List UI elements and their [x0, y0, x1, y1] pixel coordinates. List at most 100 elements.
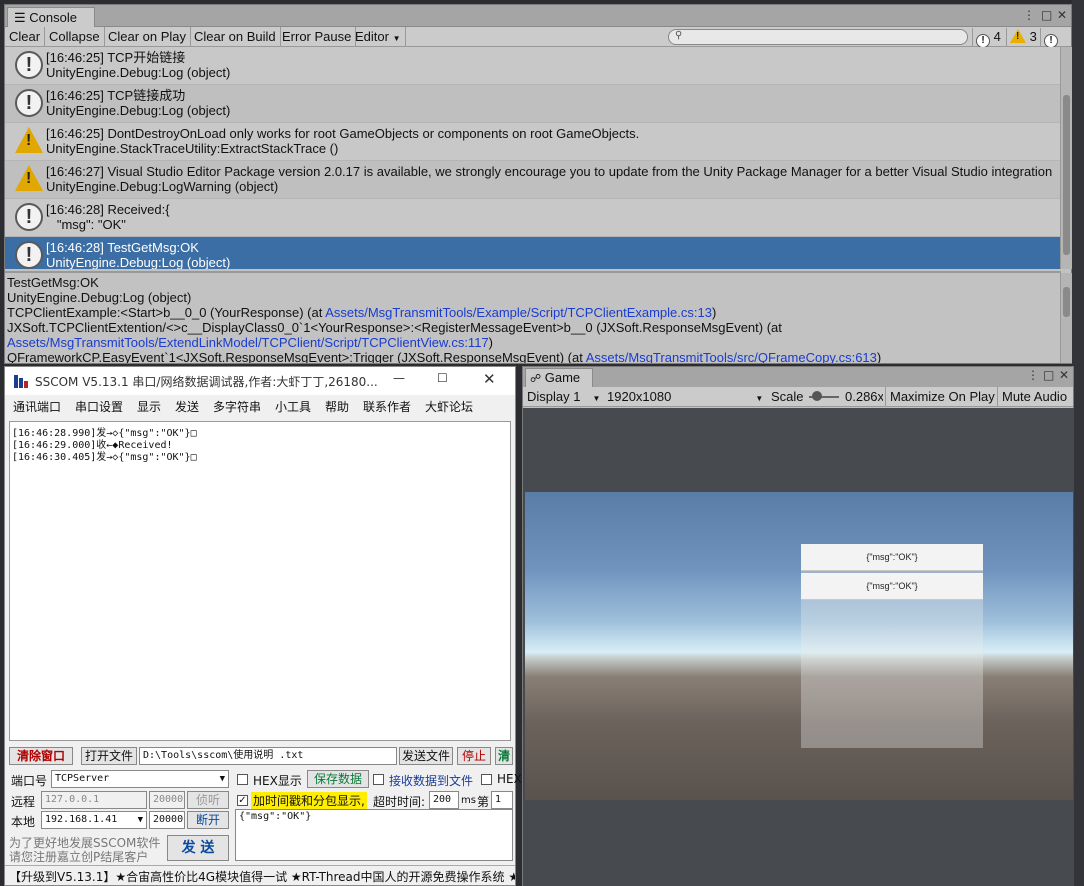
remote-port-input[interactable]: 20000 — [149, 791, 185, 809]
timeout-unit: ms — [461, 795, 476, 806]
timestamp-checkbox[interactable]: ✓ — [237, 795, 248, 806]
disconnect-button[interactable]: 断开 — [187, 811, 229, 829]
ui-button-ok-1[interactable]: {"msg":"OK"} — [801, 544, 983, 571]
send-textarea[interactable]: {"msg":"OK"} — [235, 809, 513, 861]
game-tab[interactable]: ☍ Game — [525, 368, 593, 387]
detail-text: TCPClientExample:<Start>b__0_0 (YourResp… — [7, 305, 326, 320]
source-link[interactable]: Assets/MsgTransmitTools/ExtendLinkModel/… — [7, 335, 489, 350]
scrollbar-thumb[interactable] — [1063, 95, 1070, 255]
timeout-input[interactable]: 200 — [429, 791, 459, 809]
port-value: TCPServer — [55, 773, 110, 784]
timestamp-label: 加时间戳和分包显示, — [251, 792, 367, 809]
menu-display[interactable]: 显示 — [137, 398, 161, 415]
log-row[interactable]: [16:46:25] DontDestroyOnLoad only works … — [5, 123, 1061, 161]
error-pause-button[interactable]: Error Pause — [278, 27, 357, 47]
warn-count-toggle[interactable]: 3 — [1006, 28, 1040, 46]
nth-input[interactable]: 1 — [491, 791, 513, 809]
console-tab[interactable]: ☰ Console — [7, 7, 95, 27]
game-scene-skybox: {"msg":"OK"} {"msg":"OK"} — [525, 492, 1073, 800]
menu-help[interactable]: 帮助 — [325, 398, 349, 415]
clear-on-play-button[interactable]: Clear on Play — [104, 27, 192, 47]
log-message: [16:46:25] TCP链接成功 — [46, 88, 186, 103]
local-port-input[interactable]: 20000 — [149, 811, 185, 829]
gamepad-icon: ☍ — [530, 373, 542, 385]
stop-button[interactable]: 停止 — [457, 747, 491, 765]
menu-comm-port[interactable]: 通讯端口 — [13, 398, 61, 415]
menu-multi-string[interactable]: 多字符串 — [213, 398, 261, 415]
log-row[interactable]: [16:46:27] Visual Studio Editor Package … — [5, 161, 1061, 199]
send-button[interactable]: 发 送 — [167, 835, 229, 861]
scrollbar-thumb[interactable] — [1063, 287, 1070, 317]
menu-serial-settings[interactable]: 串口设置 — [75, 398, 123, 415]
maximize-icon[interactable]: □ — [1041, 8, 1052, 22]
log-row[interactable]: ! [16:46:28] Received:{ "msg": "OK" — [5, 199, 1061, 237]
kebab-menu-icon[interactable]: ⋮ — [1027, 368, 1039, 382]
sscom-menubar: 通讯端口 串口设置 显示 发送 多字符串 小工具 帮助 联系作者 大虾论坛 — [5, 395, 515, 417]
hex-send-checkbox[interactable] — [481, 774, 492, 785]
sscom-app-icon — [14, 375, 28, 388]
display-dropdown[interactable]: Display 1 ▼ — [527, 389, 600, 404]
recv-to-file-checkbox[interactable] — [373, 774, 384, 785]
warning-icon — [1010, 29, 1026, 43]
scale-slider-thumb[interactable] — [812, 391, 822, 401]
log-list-scrollbar[interactable] — [1060, 47, 1072, 269]
maximize-icon[interactable]: □ — [1043, 368, 1054, 382]
log-row[interactable]: ! [16:46:25] TCP链接成功 UnityEngine.Debug:L… — [5, 85, 1061, 123]
log-row-selected[interactable]: ! [16:46:28] TestGetMsg:OK UnityEngine.D… — [5, 237, 1061, 269]
detail-line: JXSoft.TCPClientExtention/<>c__DisplayCl… — [7, 320, 782, 335]
info-count-toggle[interactable]: ! 4 — [972, 28, 1004, 48]
menu-send[interactable]: 发送 — [175, 398, 199, 415]
hex-display-checkbox[interactable] — [237, 774, 248, 785]
warning-icon — [15, 165, 43, 191]
receive-textarea[interactable]: [16:46:28.990]发→◇{"msg":"OK"}□ [16:46:29… — [9, 421, 511, 741]
mute-audio-button[interactable]: Mute Audio — [997, 387, 1071, 407]
remote-ip-input[interactable]: 127.0.0.1 — [41, 791, 147, 809]
info-icon: ! — [15, 241, 43, 269]
clear-send-button[interactable]: 清 — [495, 747, 513, 765]
info-icon: ! — [15, 89, 43, 117]
minimize-icon[interactable]: — — [393, 371, 405, 385]
maximize-on-play-button[interactable]: Maximize On Play — [885, 387, 999, 407]
close-icon[interactable]: ✕ — [483, 370, 496, 388]
send-file-button[interactable]: 发送文件 — [399, 747, 453, 765]
game-viewport[interactable]: {"msg":"OK"} {"msg":"OK"} — [523, 408, 1074, 886]
port-select[interactable]: TCPServer ▼ — [51, 770, 229, 788]
open-file-button[interactable]: 打开文件 — [81, 747, 137, 765]
source-link[interactable]: Assets/MsgTransmitTools/Example/Script/T… — [325, 305, 712, 320]
clear-button[interactable]: Clear — [5, 27, 46, 47]
source-link[interactable]: Assets/MsgTransmitTools/src/QFrameCopy.c… — [586, 350, 877, 363]
console-search-input[interactable]: ⚲ — [668, 29, 968, 45]
maximize-icon[interactable]: ☐ — [437, 371, 448, 385]
ui-button-ok-2[interactable]: {"msg":"OK"} — [801, 573, 983, 600]
console-tab-label: Console — [29, 10, 77, 25]
kebab-menu-icon[interactable]: ⋮ — [1023, 8, 1035, 22]
local-ip-select[interactable]: 192.168.1.41 ▼ — [41, 811, 147, 829]
editor-dropdown[interactable]: Editor ▼ — [351, 27, 406, 47]
close-icon[interactable]: ✕ — [1057, 8, 1067, 22]
collapse-button[interactable]: Collapse — [45, 27, 105, 47]
menu-forum[interactable]: 大虾论坛 — [425, 398, 473, 415]
log-row[interactable]: ! [16:46:25] TCP开始链接 UnityEngine.Debug:L… — [5, 47, 1061, 85]
menu-contact[interactable]: 联系作者 — [363, 398, 411, 415]
display-value: Display 1 — [527, 389, 581, 404]
log-list: ! [16:46:25] TCP开始链接 UnityEngine.Debug:L… — [5, 47, 1061, 269]
chevron-down-icon: ▼ — [137, 815, 143, 825]
resolution-dropdown[interactable]: 1920x1080 ▼ — [607, 389, 763, 404]
log-stack: UnityEngine.Debug:Log (object) — [46, 255, 231, 269]
editor-dropdown-label: Editor — [355, 29, 389, 44]
info-icon: ! — [976, 34, 990, 48]
info-count: 4 — [993, 29, 1001, 44]
file-path-input[interactable]: D:\Tools\sscom\使用说明 .txt — [139, 747, 397, 765]
error-count-toggle[interactable]: ! 0 — [1040, 28, 1071, 63]
stacktrace-detail: TestGetMsg:OK UnityEngine.Debug:Log (obj… — [5, 271, 1061, 363]
menu-tools[interactable]: 小工具 — [275, 398, 311, 415]
detail-scrollbar[interactable] — [1060, 273, 1072, 363]
clear-window-button[interactable]: 清除窗口 — [9, 747, 73, 765]
log-stack: UnityEngine.StackTraceUtility:ExtractSta… — [46, 141, 339, 156]
clear-on-build-button[interactable]: Clear on Build — [190, 27, 281, 47]
detail-line: QFrameworkCP.EasyEvent`1<JXSoft.Response… — [7, 350, 1059, 363]
listen-button[interactable]: 侦听 — [187, 791, 229, 809]
save-data-button[interactable]: 保存数据 — [307, 770, 369, 788]
game-toolbar: Display 1 ▼ 1920x1080 ▼ Scale 0.286x Maxim… — [523, 387, 1073, 407]
close-icon[interactable]: ✕ — [1059, 368, 1069, 382]
